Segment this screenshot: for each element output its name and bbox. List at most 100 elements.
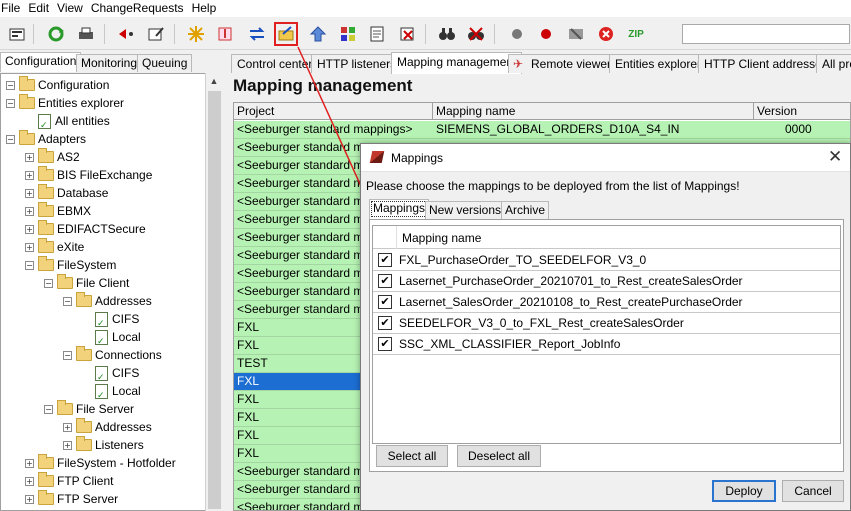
list-item[interactable]: ✔ FXL_PurchaseOrder_TO_SEEDELFOR_V3_0 (373, 250, 840, 271)
expand-icon[interactable]: + (63, 440, 72, 450)
expand-icon[interactable]: + (25, 458, 34, 468)
tree-item[interactable]: All entities (25, 112, 110, 131)
edit-icon[interactable] (144, 22, 168, 46)
tree-item[interactable]: + BIS FileExchange (25, 166, 152, 184)
menu-edit[interactable]: Edit (26, 0, 55, 17)
tree-item[interactable]: Local (82, 382, 141, 401)
tree-item[interactable]: − Entities explorer (6, 94, 124, 112)
dialog-tab-new-versions[interactable]: New versions (425, 201, 506, 219)
tree-item[interactable]: + FileSystem - Hotfolder (25, 454, 176, 472)
tab-http-client-addresses[interactable]: HTTP Client addresses (698, 54, 834, 73)
expand-icon[interactable]: + (25, 494, 34, 504)
tree-item[interactable]: − Connections (63, 346, 162, 364)
select-all-button[interactable]: Select all (376, 445, 448, 467)
tab-entities-explorer[interactable]: Entities explorer (609, 54, 708, 73)
column-version[interactable]: Version (754, 103, 850, 120)
tree-item[interactable]: CIFS (82, 310, 139, 329)
binoculars-icon[interactable] (435, 22, 459, 46)
zip-icon[interactable]: ZIP (624, 22, 648, 46)
transfer-icon[interactable] (245, 22, 269, 46)
stop-gray-icon[interactable] (505, 22, 529, 46)
collapse-icon[interactable]: − (63, 296, 72, 306)
scroll-up-icon[interactable]: ▲ (206, 73, 222, 90)
list-item[interactable]: ✔ Lasernet_PurchaseOrder_20210701_to_Rest… (373, 271, 840, 292)
tree-item[interactable]: CIFS (82, 364, 139, 383)
expand-icon[interactable]: + (25, 242, 34, 252)
tree-item[interactable]: + FTP Client (25, 472, 113, 490)
tree-item[interactable]: + FTP Server (25, 490, 118, 508)
mapping-name-column[interactable]: Mapping name (402, 231, 481, 245)
tree-scrollbar[interactable]: ▲ (205, 73, 222, 511)
tab-monitoring[interactable]: Monitoring (76, 54, 143, 72)
collapse-icon[interactable]: − (6, 134, 15, 144)
expand-icon[interactable]: + (25, 170, 34, 180)
tab-all-pro[interactable]: All pro (816, 54, 851, 73)
tree-item[interactable]: + eXite (25, 238, 84, 256)
column-mapping-name[interactable]: Mapping name (433, 103, 754, 120)
expand-icon[interactable]: + (25, 224, 34, 234)
expand-icon[interactable]: + (25, 152, 34, 162)
expand-icon[interactable]: + (25, 476, 34, 486)
record-icon[interactable] (534, 22, 558, 46)
collapse-icon[interactable]: − (44, 404, 53, 414)
checkbox[interactable]: ✔ (378, 274, 392, 288)
tree-item[interactable]: − File Client (44, 274, 129, 292)
run-icon[interactable] (115, 22, 139, 46)
collapse-icon[interactable]: − (44, 278, 53, 288)
dialog-tab-archive[interactable]: Archive (501, 201, 550, 219)
module-icon[interactable] (336, 22, 360, 46)
tree-item[interactable]: + Database (25, 184, 108, 202)
deselect-all-button[interactable]: Deselect all (457, 445, 541, 467)
tab-control-center[interactable]: Control center (231, 54, 319, 73)
checkbox[interactable]: ✔ (378, 295, 392, 309)
print-icon[interactable] (74, 22, 98, 46)
import-icon[interactable] (213, 22, 237, 46)
refresh-icon[interactable] (44, 22, 68, 46)
tree-item[interactable]: − Configuration (6, 76, 109, 94)
close-icon[interactable]: ✕ (828, 147, 842, 167)
remove-icon[interactable] (395, 22, 419, 46)
tab-remote-viewer[interactable]: ✈ Remote viewer (508, 54, 618, 73)
checkbox[interactable]: ✔ (378, 316, 392, 330)
tab-configuration[interactable]: Configuration (0, 52, 82, 72)
list-item[interactable]: ✔ SEEDELFOR_V3_0_to_FXL_Rest_createSalesO… (373, 313, 840, 334)
menu-view[interactable]: View (55, 0, 89, 17)
upload-icon[interactable] (306, 22, 330, 46)
tree-item[interactable]: + Listeners (63, 436, 144, 454)
tree-item[interactable]: − Addresses (63, 292, 152, 310)
star-icon[interactable] (184, 22, 208, 46)
expand-icon[interactable]: + (25, 206, 34, 216)
delete-icon[interactable] (594, 22, 618, 46)
deploy-button[interactable]: Deploy (712, 480, 776, 502)
table-row[interactable]: <Seeburger standard mappings> SIEMENS_GLO… (234, 121, 850, 139)
tree-item[interactable]: Local (82, 328, 141, 347)
expand-icon[interactable]: + (25, 188, 34, 198)
menu-help[interactable]: Help (190, 0, 223, 17)
toolbar-search-input[interactable] (682, 24, 850, 44)
scroll-thumb[interactable] (208, 91, 221, 509)
tab-mapping-management[interactable]: Mapping management (391, 52, 523, 74)
deploy-icon[interactable] (274, 22, 298, 46)
tree-item[interactable]: + AS2 (25, 148, 80, 166)
checkbox[interactable]: ✔ (378, 337, 392, 351)
collapse-icon[interactable]: − (6, 80, 15, 90)
expand-icon[interactable]: + (63, 422, 72, 432)
tree-item[interactable]: − File Server (44, 400, 134, 418)
tab-http-listeners[interactable]: HTTP listeners (311, 54, 403, 73)
collapse-icon[interactable]: − (6, 98, 15, 108)
cancel-icon[interactable] (564, 22, 588, 46)
list-item[interactable]: ✔ Lasernet_SalesOrder_20210108_to_Rest_cr… (373, 292, 840, 313)
list-item[interactable]: ✔ SSC_XML_CLASSIFIER_Report_JobInfo (373, 334, 840, 355)
tree-item[interactable]: − FileSystem (25, 256, 116, 274)
dialog-tab-mappings[interactable]: Mappings (369, 199, 430, 219)
tree-item[interactable]: − Adapters (6, 130, 86, 148)
cancel-button[interactable]: Cancel (782, 480, 844, 502)
collapse-icon[interactable]: − (63, 350, 72, 360)
menu-file[interactable]: File (0, 0, 26, 17)
menu-changerequests[interactable]: ChangeRequests (89, 0, 190, 17)
column-project[interactable]: Project (234, 103, 433, 120)
tree-item[interactable]: + Addresses (63, 418, 152, 436)
tab-queuing[interactable]: Queuing (137, 54, 193, 72)
properties-icon[interactable] (5, 22, 29, 46)
tree-item[interactable]: + EDIFACTSecure (25, 220, 146, 238)
